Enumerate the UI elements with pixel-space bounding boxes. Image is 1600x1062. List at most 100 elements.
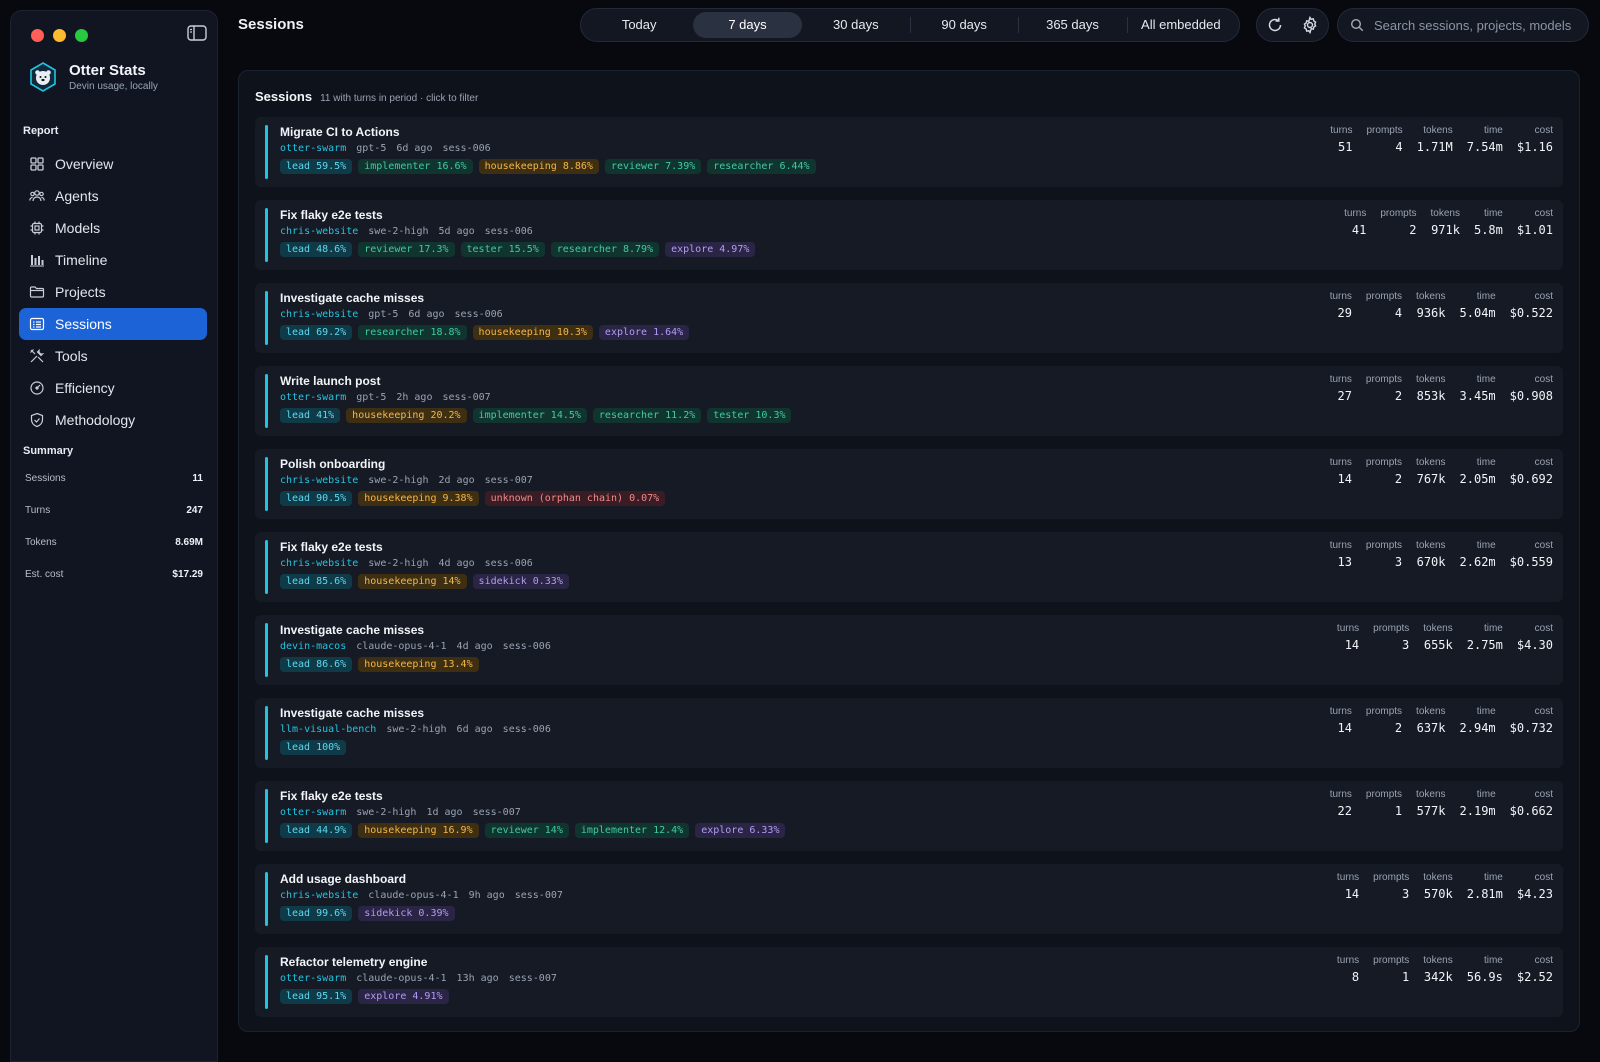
session-project-link[interactable]: otter-swarm — [280, 807, 346, 818]
stat-label: prompts — [1365, 706, 1403, 717]
sidebar-item-tools[interactable]: Tools — [19, 340, 207, 372]
session-meta: devin-macos claude-opus-4-1 4d ago sess-… — [280, 641, 551, 652]
session-project-link[interactable]: chris-website — [280, 558, 358, 569]
agent-share-badge[interactable]: housekeeping 14% — [358, 574, 467, 589]
agent-share-badge[interactable]: explore 4.97% — [665, 242, 756, 257]
close-window-button[interactable] — [31, 29, 44, 42]
stat-time: time 2.81m — [1467, 872, 1503, 901]
stat-value: 8 — [1351, 970, 1360, 984]
stat-label: tokens — [1423, 623, 1453, 634]
agent-share-badge[interactable]: sidekick 0.39% — [358, 906, 455, 921]
agent-share-badge[interactable]: housekeeping 8.86% — [478, 159, 599, 174]
session-project-link[interactable]: otter-swarm — [280, 392, 346, 403]
session-card[interactable]: Fix flaky e2e tests chris-website swe-2-… — [255, 200, 1563, 270]
agent-share-badge[interactable]: lead 59.5% — [280, 159, 353, 174]
agent-share-badge[interactable]: researcher 11.2% — [592, 408, 702, 423]
agent-share-badge[interactable]: housekeeping 9.38% — [358, 491, 479, 506]
agent-share-badge[interactable]: researcher 6.44% — [707, 159, 816, 174]
stat-value: 3 — [1394, 555, 1403, 569]
search-input[interactable] — [1372, 16, 1586, 34]
session-card[interactable]: Investigate cache misses devin-macos cla… — [255, 615, 1563, 685]
session-card[interactable]: Fix flaky e2e tests otter-swarm swe-2-hi… — [255, 781, 1563, 851]
range-all-embedded-button[interactable]: All embedded — [1126, 12, 1235, 38]
agent-share-badge[interactable]: lead 86.6% — [280, 657, 353, 672]
session-title: Fix flaky e2e tests — [280, 789, 383, 803]
session-project-link[interactable]: llm-visual-bench — [280, 724, 376, 735]
agent-share-badge[interactable]: lead 48.6% — [280, 242, 353, 257]
session-card[interactable]: Migrate CI to Actions otter-swarm gpt-5 … — [255, 117, 1563, 187]
session-card[interactable]: Investigate cache misses llm-visual-benc… — [255, 698, 1563, 768]
stat-turns: turns 14 — [1330, 706, 1352, 735]
range-90-days-button[interactable]: 90 days — [909, 12, 1018, 38]
agent-share-badge[interactable]: reviewer 17.3% — [358, 242, 455, 257]
sidebar-item-sessions[interactable]: Sessions — [19, 308, 207, 340]
sidebar-item-models[interactable]: Models — [19, 212, 207, 244]
session-card[interactable]: Write launch post otter-swarm gpt-5 2h a… — [255, 366, 1563, 436]
sidebar-item-methodology[interactable]: Methodology — [19, 404, 207, 436]
session-card[interactable]: Polish onboarding chris-website swe-2-hi… — [255, 449, 1563, 519]
session-card[interactable]: Investigate cache misses chris-website g… — [255, 283, 1563, 353]
stat-cost: cost $0.692 — [1510, 457, 1553, 486]
agent-share-badge[interactable]: lead 90.5% — [280, 491, 353, 506]
range-7-days-button[interactable]: 7 days — [693, 12, 802, 38]
sidebar-item-agents[interactable]: Agents — [19, 180, 207, 212]
session-card[interactable]: Add usage dashboard chris-website claude… — [255, 864, 1563, 934]
zoom-window-button[interactable] — [75, 29, 88, 42]
agent-share-badge[interactable]: tester 15.5% — [460, 242, 545, 257]
agent-share-badge[interactable]: researcher 18.8% — [358, 325, 467, 340]
session-project-link[interactable]: otter-swarm — [280, 973, 346, 984]
session-project-link[interactable]: otter-swarm — [280, 143, 346, 154]
agent-share-badge[interactable]: lead 95.1% — [280, 989, 353, 1004]
sidebar-item-overview[interactable]: Overview — [19, 148, 207, 180]
session-project-link[interactable]: chris-website — [280, 309, 358, 320]
agent-share-badge[interactable]: sidekick 0.33% — [472, 574, 569, 589]
session-project-link[interactable]: chris-website — [280, 475, 358, 486]
agent-share-badge[interactable]: lead 85.6% — [280, 574, 353, 589]
stat-value: $0.662 — [1509, 804, 1553, 818]
session-model: swe-2-high — [368, 558, 429, 569]
stat-time: time 2.05m — [1460, 457, 1496, 486]
settings-button[interactable] — [1301, 15, 1319, 35]
session-project-link[interactable]: chris-website — [280, 226, 358, 237]
session-project-link[interactable]: chris-website — [280, 890, 358, 901]
agent-share-badge[interactable]: explore 6.33% — [695, 823, 786, 838]
agent-share-badge[interactable]: implementer 12.4% — [574, 823, 690, 838]
agent-share-badge[interactable]: researcher 8.79% — [550, 242, 660, 257]
list-icon — [29, 317, 45, 331]
session-card[interactable]: Fix flaky e2e tests chris-website swe-2-… — [255, 532, 1563, 602]
minimize-window-button[interactable] — [53, 29, 66, 42]
sidebar-item-timeline[interactable]: Timeline — [19, 244, 207, 276]
agent-share-badge[interactable]: housekeeping 20.2% — [346, 408, 467, 423]
refresh-button[interactable] — [1266, 16, 1284, 34]
range-365-days-button[interactable]: 365 days — [1018, 12, 1126, 38]
agent-share-list: lead 90.5% housekeeping 9.38% unknown (orp… — [280, 491, 666, 506]
agent-share-badge[interactable]: unknown (orphan chain) 0.07% — [484, 491, 666, 506]
sidebar-item-projects[interactable]: Projects — [19, 276, 207, 308]
stat-label: cost — [1534, 706, 1553, 717]
agent-share-badge[interactable]: lead 41% — [280, 408, 341, 423]
range-30-days-button[interactable]: 30 days — [802, 12, 910, 38]
agent-share-badge[interactable]: housekeeping 10.3% — [472, 325, 593, 340]
agent-share-badge[interactable]: lead 100% — [280, 740, 347, 755]
agent-share-badge[interactable]: lead 99.6% — [280, 906, 353, 921]
agent-share-badge[interactable]: reviewer 14% — [484, 823, 569, 838]
agent-share-badge[interactable]: explore 4.91% — [358, 989, 449, 1004]
agent-share-badge[interactable]: tester 10.3% — [707, 408, 792, 423]
agent-share-badge[interactable]: housekeeping 13.4% — [358, 657, 479, 672]
sidebar-item-efficiency[interactable]: Efficiency — [19, 372, 207, 404]
session-card[interactable]: Refactor telemetry engine otter-swarm cl… — [255, 947, 1563, 1017]
agent-share-badge[interactable]: lead 44.9% — [280, 823, 353, 838]
stat-value: 637k — [1416, 721, 1446, 735]
range-today-button[interactable]: Today — [585, 12, 693, 38]
agent-share-badge[interactable]: implementer 16.6% — [358, 159, 473, 174]
agent-share-badge[interactable]: explore 1.64% — [598, 325, 690, 340]
sidebar-toggle-icon[interactable] — [187, 25, 207, 41]
session-project-link[interactable]: devin-macos — [280, 641, 346, 652]
agent-share-badge[interactable]: reviewer 7.39% — [604, 159, 702, 174]
stat-prompts: prompts 1 — [1373, 955, 1409, 984]
agent-share-badge[interactable]: housekeeping 16.9% — [358, 823, 479, 838]
session-stats: turns 14 prompts 3 tokens 570k time 2.81… — [1337, 872, 1553, 901]
agent-share-badge[interactable]: implementer 14.5% — [472, 408, 587, 423]
stat-time: time 56.9s — [1467, 955, 1503, 984]
agent-share-badge[interactable]: lead 69.2% — [280, 325, 353, 340]
